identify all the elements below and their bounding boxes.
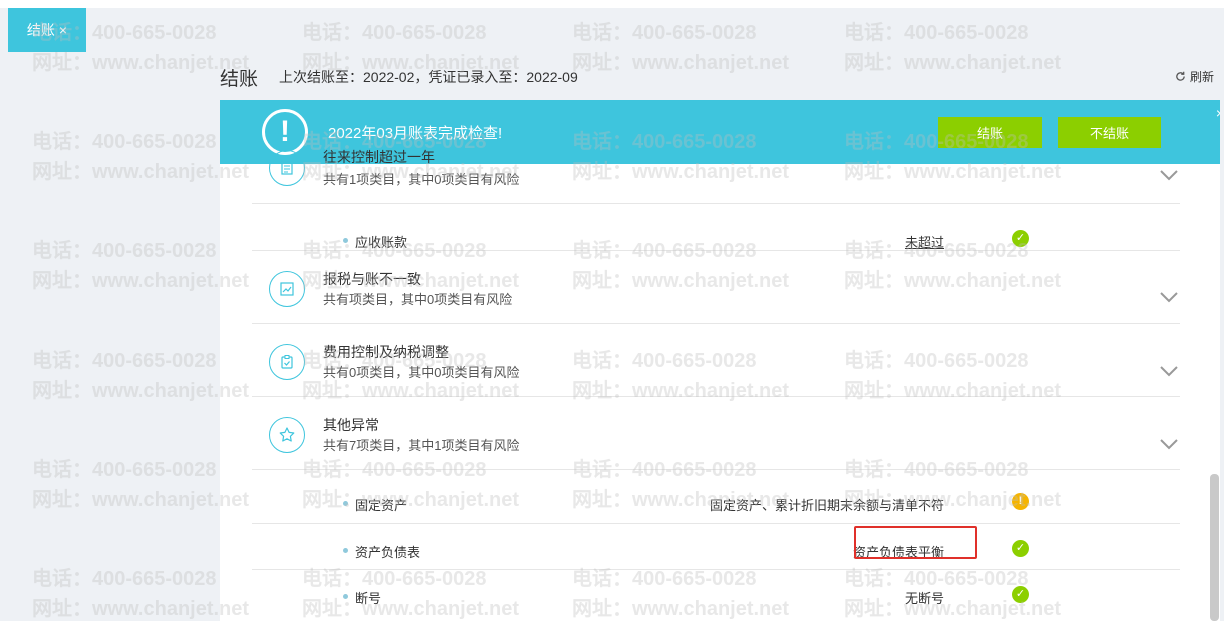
check-ok-icon: ✓	[1012, 586, 1029, 603]
category-desc: 共有0项类目，其中0项类目有风险	[323, 365, 520, 380]
list-item: 应收账款 未超过 ✓	[252, 230, 1180, 250]
page-title: 结账	[220, 69, 259, 90]
divider	[252, 523, 1180, 524]
category-row[interactable]: 报税与账不一致 共有项类目，其中0项类目有风险	[252, 268, 1180, 318]
item-result-link[interactable]: 未超过	[905, 232, 944, 251]
chevron-down-icon[interactable]	[1158, 168, 1180, 182]
document-icon	[269, 150, 305, 186]
refresh-icon	[1176, 71, 1185, 81]
divider	[252, 396, 1180, 397]
divider	[252, 203, 1180, 204]
page-subtitle: 上次结账至：2022-02，凭证已录入至：2022-09	[279, 69, 578, 85]
chart-icon	[269, 271, 305, 307]
highlight-box	[854, 526, 977, 559]
bullet-dot	[343, 548, 348, 553]
tab-close-icon[interactable]: ×	[59, 22, 67, 38]
bullet-dot	[343, 238, 348, 243]
item-name: 断号	[355, 591, 382, 606]
category-name: 报税与账不一致	[323, 271, 421, 287]
item-name: 资产负债表	[355, 545, 421, 560]
refresh-label: 刷新	[1189, 70, 1214, 84]
list-item: 断号 无断号 ✓	[252, 586, 1180, 606]
refresh-button[interactable]: 刷新	[1175, 68, 1214, 85]
bullet-dot	[343, 501, 348, 506]
page-header: 结账 上次结账至：2022-02，凭证已录入至：2022-09 刷新	[220, 55, 1220, 100]
chevron-down-icon[interactable]	[1158, 437, 1180, 451]
watermark-text: 电话：400-665-0028 网址：www.chanjet.net	[32, 568, 250, 620]
category-desc: 共有1项类目，其中0项类目有风险	[323, 172, 520, 187]
star-icon	[269, 417, 305, 453]
item-name: 应收账款	[355, 235, 408, 250]
divider	[252, 323, 1180, 324]
category-desc: 共有7项类目，其中1项类目有风险	[323, 438, 520, 453]
chevron-down-icon[interactable]	[1158, 290, 1180, 304]
category-name: 费用控制及纳税调整	[323, 344, 449, 360]
item-name: 固定资产	[355, 498, 408, 513]
skip-close-button[interactable]: 不结账	[1058, 117, 1161, 148]
divider	[252, 250, 1180, 251]
watermark-text: 电话：400-665-0028 网址：www.chanjet.net	[32, 240, 250, 292]
chevron-down-icon[interactable]	[1158, 364, 1180, 378]
item-result: 固定资产、累计折旧期末余额与清单不符	[709, 498, 944, 513]
clipboard-icon	[269, 344, 305, 380]
list-item: 固定资产 固定资产、累计折旧期末余额与清单不符 !	[252, 493, 1180, 513]
tab-label: 结账	[26, 22, 55, 38]
check-ok-icon: ✓	[1012, 230, 1029, 247]
check-results: 往来控制超过一年 共有1项类目，其中0项类目有风险 应收账款 未超过 ✓ 报税与…	[220, 149, 1220, 621]
exclamation-icon: !	[262, 109, 308, 155]
bullet-dot	[343, 594, 348, 599]
close-period-button[interactable]: 结账	[938, 117, 1042, 148]
banner-message: 2022年03月账表完成检查!	[328, 125, 503, 142]
divider	[252, 569, 1180, 570]
category-desc: 共有项类目，其中0项类目有风险	[323, 292, 513, 307]
list-item: 资产负债表 资产负债表平衡 ✓	[252, 540, 1180, 560]
check-ok-icon: ✓	[1012, 540, 1029, 557]
watermark-text: 电话：400-665-0028 网址：www.chanjet.net	[32, 459, 250, 511]
banner-dismiss-icon[interactable]: ×	[1216, 105, 1220, 121]
watermark-text: 电话：400-665-0028 网址：www.chanjet.net	[32, 131, 250, 183]
checkout-panel: 结账 上次结账至：2022-02，凭证已录入至：2022-09 刷新 ! 202…	[220, 55, 1220, 621]
tab-strip	[0, 0, 1224, 8]
category-row[interactable]: 往来控制超过一年 共有1项类目，其中0项类目有风险	[252, 149, 1180, 192]
category-name: 其他异常	[323, 417, 379, 433]
category-row[interactable]: 其他异常 共有7项类目，其中1项类目有风险	[252, 415, 1180, 465]
tab-checkout[interactable]: 结账 ×	[8, 8, 86, 52]
scrollbar[interactable]	[1210, 474, 1219, 621]
category-row[interactable]: 费用控制及纳税调整 共有0项类目，其中0项类目有风险	[252, 342, 1180, 392]
watermark-text: 电话：400-665-0028 网址：www.chanjet.net	[32, 350, 250, 402]
item-result: 无断号	[904, 591, 944, 606]
category-name: 往来控制超过一年	[323, 149, 435, 165]
divider	[252, 469, 1180, 470]
warning-icon: !	[1012, 493, 1029, 510]
